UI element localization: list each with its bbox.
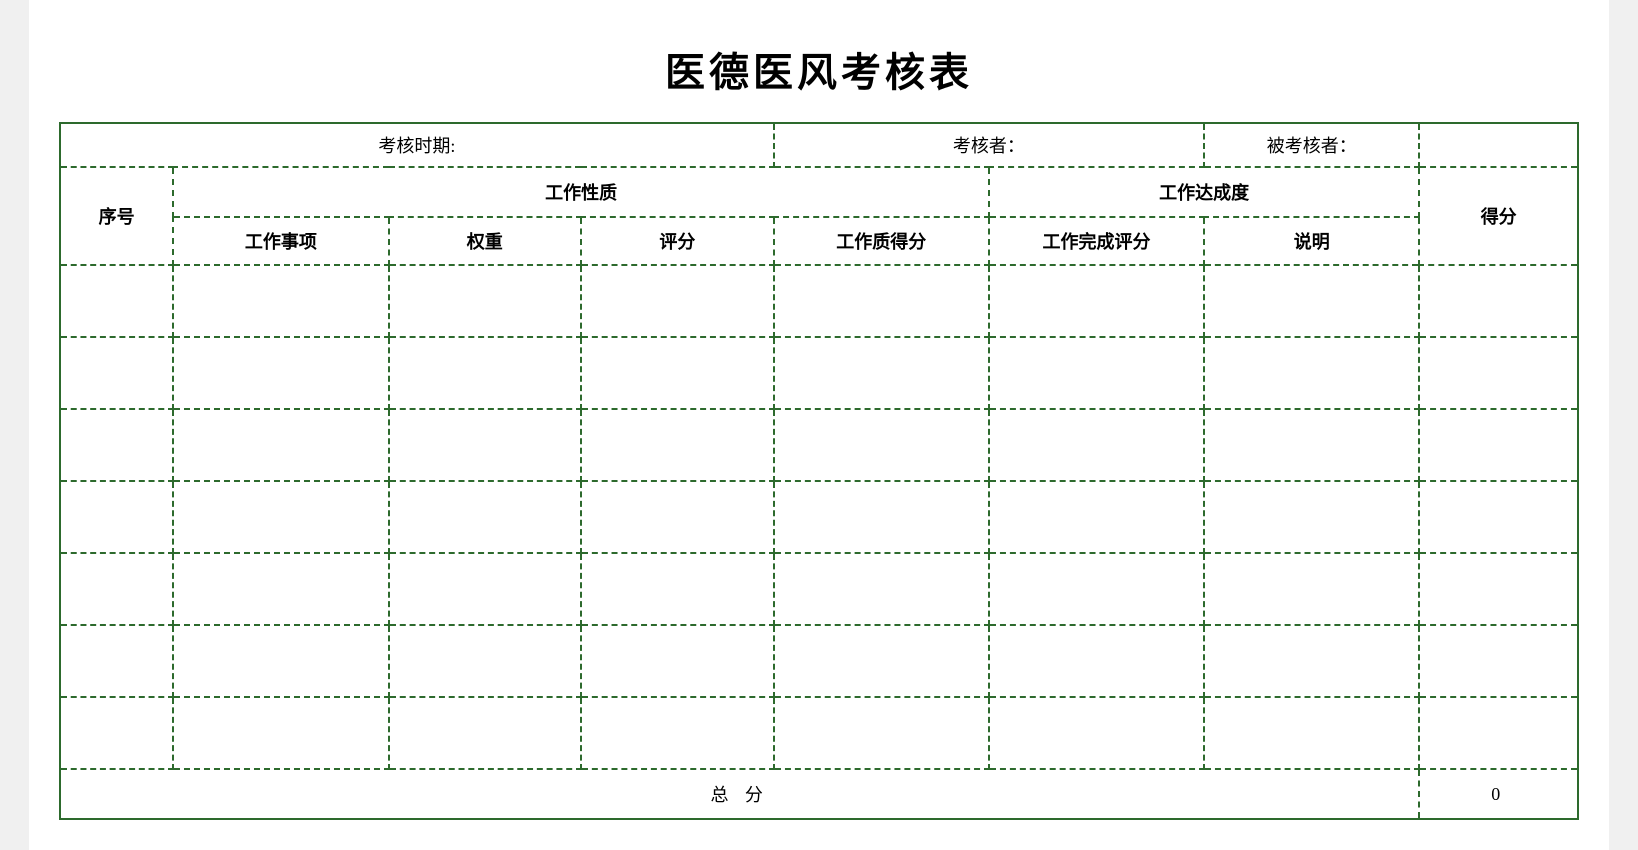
- cell-completion: [989, 409, 1204, 481]
- cell-score: [1419, 553, 1578, 625]
- cell-remark: [1204, 481, 1419, 553]
- reviewee-cell: 被考核者：: [1204, 123, 1419, 167]
- cell-seq: [60, 409, 173, 481]
- table-row: [60, 265, 1578, 337]
- cell-work-score: [774, 625, 989, 697]
- cell-weight: [389, 553, 582, 625]
- cell-weight: [389, 481, 582, 553]
- sub-header-completion-rating: 工作完成评分: [989, 217, 1204, 265]
- cell-score: [1419, 697, 1578, 769]
- page-container: 医德医风考核表 考核时期: 考核者： 被考核者： 序号 工作性质: [29, 0, 1609, 850]
- total-row: 总 分 0: [60, 769, 1578, 819]
- cell-work-score: [774, 481, 989, 553]
- cell-weight: [389, 409, 582, 481]
- cell-rating: [581, 553, 774, 625]
- cell-completion: [989, 265, 1204, 337]
- table-row: [60, 553, 1578, 625]
- cell-completion: [989, 337, 1204, 409]
- cell-work-score: [774, 553, 989, 625]
- main-table: 考核时期: 考核者： 被考核者： 序号 工作性质 工作达成度 得分 工作事项 权…: [59, 122, 1579, 820]
- table-row: [60, 337, 1578, 409]
- cell-remark: [1204, 697, 1419, 769]
- cell-work-item: [173, 697, 388, 769]
- cell-work-score: [774, 265, 989, 337]
- cell-score: [1419, 625, 1578, 697]
- cell-seq: [60, 697, 173, 769]
- cell-work-score: [774, 697, 989, 769]
- group2-header: 工作达成度: [989, 167, 1419, 217]
- cell-work-item: [173, 409, 388, 481]
- cell-rating: [581, 697, 774, 769]
- sub-header-row: 工作事项 权重 评分 工作质得分 工作完成评分 说明: [60, 217, 1578, 265]
- review-period-cell: 考核时期:: [60, 123, 774, 167]
- table-row: [60, 625, 1578, 697]
- sub-header-weight: 权重: [389, 217, 582, 265]
- table-row: [60, 409, 1578, 481]
- total-value-cell: 0: [1419, 769, 1578, 819]
- cell-remark: [1204, 337, 1419, 409]
- sub-header-work-item: 工作事项: [173, 217, 388, 265]
- group1-header: 工作性质: [173, 167, 989, 217]
- cell-remark: [1204, 409, 1419, 481]
- cell-work-item: [173, 481, 388, 553]
- cell-seq: [60, 337, 173, 409]
- cell-remark: [1204, 625, 1419, 697]
- cell-score: [1419, 409, 1578, 481]
- cell-rating: [581, 481, 774, 553]
- cell-completion: [989, 697, 1204, 769]
- cell-work-score: [774, 409, 989, 481]
- cell-seq: [60, 625, 173, 697]
- cell-work-item: [173, 553, 388, 625]
- cell-seq: [60, 265, 173, 337]
- total-label-cell: 总 分: [60, 769, 1419, 819]
- cell-completion: [989, 625, 1204, 697]
- cell-score: [1419, 265, 1578, 337]
- table-row: [60, 697, 1578, 769]
- cell-weight: [389, 697, 582, 769]
- cell-rating: [581, 265, 774, 337]
- sub-header-remark: 说明: [1204, 217, 1419, 265]
- cell-weight: [389, 337, 582, 409]
- cell-seq: [60, 553, 173, 625]
- sub-header-work-score: 工作质得分: [774, 217, 989, 265]
- cell-seq: [60, 481, 173, 553]
- reviewer-cell: 考核者：: [774, 123, 1204, 167]
- cell-work-item: [173, 265, 388, 337]
- cell-score: [1419, 337, 1578, 409]
- score-header: 得分: [1419, 167, 1578, 265]
- cell-remark: [1204, 553, 1419, 625]
- page-title: 医德医风考核表: [59, 20, 1579, 122]
- cell-weight: [389, 265, 582, 337]
- cell-work-item: [173, 625, 388, 697]
- reviewee-value-cell: [1419, 123, 1578, 167]
- cell-completion: [989, 481, 1204, 553]
- info-row: 考核时期: 考核者： 被考核者：: [60, 123, 1578, 167]
- cell-work-score: [774, 337, 989, 409]
- cell-remark: [1204, 265, 1419, 337]
- cell-score: [1419, 481, 1578, 553]
- sub-header-rating: 评分: [581, 217, 774, 265]
- cell-rating: [581, 337, 774, 409]
- header-group-row: 序号 工作性质 工作达成度 得分: [60, 167, 1578, 217]
- cell-rating: [581, 409, 774, 481]
- seq-header: 序号: [60, 167, 173, 265]
- cell-weight: [389, 625, 582, 697]
- table-row: [60, 481, 1578, 553]
- cell-completion: [989, 553, 1204, 625]
- cell-work-item: [173, 337, 388, 409]
- cell-rating: [581, 625, 774, 697]
